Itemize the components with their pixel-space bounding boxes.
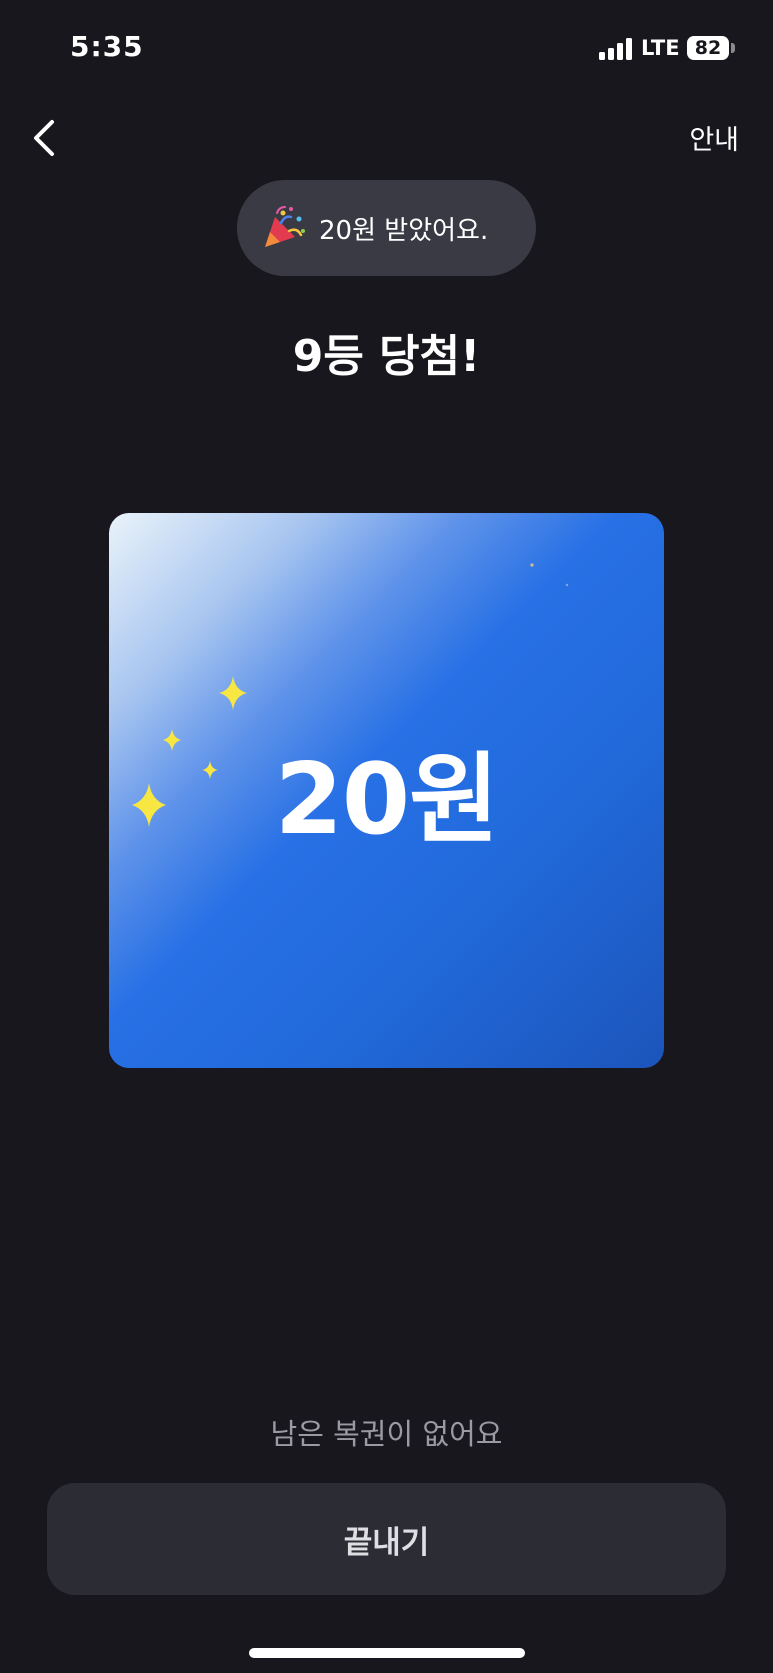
prize-amount: 20원 [274, 742, 500, 857]
battery-icon: 82 [687, 36, 729, 60]
finish-button[interactable]: 끝내기 [47, 1483, 726, 1595]
chevron-left-icon [34, 120, 54, 156]
status-time: 5:35 [70, 30, 144, 63]
battery-tip [731, 43, 735, 53]
reward-toast: 20원 받았어요. [237, 180, 536, 276]
prize-card: 20원 [109, 513, 664, 1068]
cellular-signal-icon [599, 38, 635, 60]
guide-button[interactable]: 안내 [689, 118, 739, 157]
network-type: LTE [641, 36, 680, 60]
reward-toast-text: 20원 받았어요. [319, 215, 489, 246]
result-title: 9등 당첨! [292, 331, 481, 382]
back-button[interactable] [22, 112, 66, 164]
remaining-tickets-text: 남은 복권이 없어요 [270, 1417, 503, 1451]
home-indicator [249, 1648, 525, 1658]
status-bar: 5:35 LTE 82 [0, 0, 773, 100]
party-popper-icon [265, 206, 305, 247]
